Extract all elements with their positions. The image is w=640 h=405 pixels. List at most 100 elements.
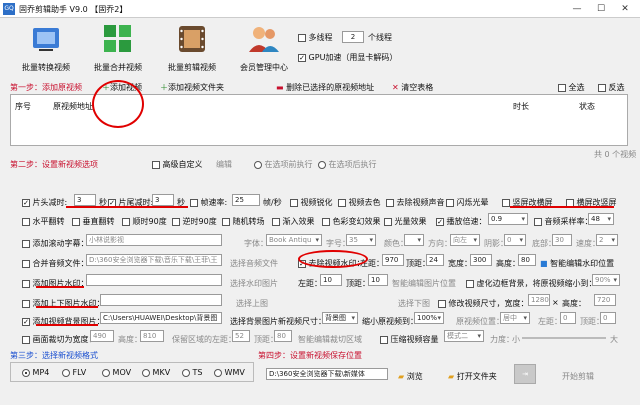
compress-mode-select[interactable]: 模式二: [444, 330, 484, 342]
format-mp4[interactable]: MP4: [22, 368, 49, 377]
playback-speed-option[interactable]: 播放倍速：: [436, 216, 487, 227]
compress-option[interactable]: 压缩视频容量: [380, 334, 439, 345]
direction-select[interactable]: 向左: [450, 234, 480, 246]
background-image-path[interactable]: C:\Users\HUAWEI\Desktop\背景图片: [100, 312, 222, 324]
shrink-select[interactable]: 100%: [414, 312, 444, 324]
format-wmv[interactable]: WMV: [214, 368, 245, 377]
choose-audio-button[interactable]: 选择音频文件: [230, 258, 278, 269]
blur-scale-select[interactable]: 90%: [592, 274, 620, 286]
blur-bg-option[interactable]: 虚化边框背景，将原视频缩小到：: [466, 278, 597, 289]
before-exec-radio[interactable]: 在选项前执行: [254, 159, 313, 170]
smart-wm-position-button[interactable]: ■ 智能编辑水印位置: [540, 258, 614, 269]
bg-left-input[interactable]: 0: [560, 312, 576, 324]
bottom-input[interactable]: 30: [552, 234, 572, 246]
after-exec-radio[interactable]: 在选项后执行: [318, 159, 377, 170]
pic-top-input[interactable]: 10: [368, 274, 388, 286]
merge-audio-option[interactable]: 合并音频文件：: [22, 258, 89, 269]
browse-button[interactable]: ▰ 浏览: [398, 371, 423, 382]
tail-cut-input[interactable]: 3: [152, 194, 174, 206]
advanced-option[interactable]: 高级自定义: [152, 159, 203, 170]
format-ts[interactable]: TS: [182, 368, 203, 377]
head-cut-option[interactable]: 片头减时:: [22, 197, 67, 208]
wm-top-input[interactable]: 24: [426, 254, 444, 266]
resize-height-input[interactable]: 720: [594, 294, 616, 306]
minimize-button[interactable]: —: [566, 2, 588, 16]
light-fx-option[interactable]: 光量效果: [384, 216, 427, 227]
invert-selection-button[interactable]: 反选: [598, 82, 625, 93]
new-size-select[interactable]: 背景图: [322, 312, 358, 324]
rotate-cw-option[interactable]: 顺时90度: [122, 216, 167, 227]
edit-button[interactable]: 编辑: [216, 159, 232, 170]
choose-background-button[interactable]: 选择背景图片: [230, 316, 278, 327]
smart-crop-button[interactable]: 智能编辑裁切区域: [298, 334, 362, 345]
format-flv[interactable]: FLV: [62, 368, 86, 377]
font-size-select[interactable]: 35: [346, 234, 376, 246]
sharpen-option[interactable]: 视频锐化: [290, 197, 333, 208]
open-folder-button[interactable]: ▰ 打开文件夹: [448, 371, 497, 382]
wm-width-input[interactable]: 300: [470, 254, 492, 266]
choose-watermark-button[interactable]: 选择水印图片: [230, 278, 278, 289]
picture-watermark-path[interactable]: [86, 274, 222, 286]
merge-audio-path[interactable]: D:\360安全浏览器下载\音乐下载\王菲\王: [86, 254, 222, 266]
flash-option[interactable]: 闪烁光晕: [446, 197, 489, 208]
format-mkv[interactable]: MKV: [142, 368, 170, 377]
fps-option[interactable]: 帧速率:: [190, 197, 227, 208]
choose-bottom-image-button[interactable]: 选择下图: [398, 298, 430, 309]
head-cut-input[interactable]: 3: [74, 194, 96, 206]
batch-convert-button[interactable]: 批量转换视频: [14, 20, 78, 76]
batch-edit-button[interactable]: 批量剪辑视频: [160, 20, 224, 76]
maximize-button[interactable]: ☐: [590, 2, 612, 16]
resize-option[interactable]: 修改视频尺寸，宽度：: [438, 298, 529, 309]
format-mov[interactable]: MOV: [102, 368, 131, 377]
power-slider[interactable]: [522, 337, 606, 339]
multithread-checkbox[interactable]: [298, 33, 306, 42]
start-edit-button[interactable]: 开始剪辑: [562, 371, 594, 382]
crop-option[interactable]: 画面裁切为宽度：: [22, 334, 97, 345]
delete-selected-button[interactable]: ▬ 删除已选择的原视频地址: [276, 82, 374, 93]
toolbar: 批量转换视频 批量合并视频 批量剪辑视频 会员管理中心 多线程 2 个线程 GP…: [0, 18, 640, 78]
choose-top-image-button[interactable]: 选择上图: [236, 298, 268, 309]
wm-height-input[interactable]: 80: [518, 254, 536, 266]
sub-speed-select[interactable]: 2: [596, 234, 618, 246]
speed-select[interactable]: 0.9: [488, 213, 528, 225]
remove-audio-option[interactable]: 去除视频声音: [386, 197, 445, 208]
close-button[interactable]: ✕: [614, 2, 636, 16]
fps-input[interactable]: 25: [232, 194, 260, 206]
smart-pic-position-button[interactable]: 智能编辑图片位置: [392, 278, 456, 289]
scroll-subtitle-option[interactable]: 添加滚动字幕：: [22, 238, 89, 249]
crop-height-input[interactable]: 810: [140, 330, 164, 342]
color-fx-option[interactable]: 色彩变幻效果: [322, 216, 381, 227]
member-center-button[interactable]: 会员管理中心: [232, 20, 296, 76]
shadow-select[interactable]: 0: [504, 234, 526, 246]
rotate-ccw-option[interactable]: 逆时90度: [172, 216, 217, 227]
save-path-input[interactable]: D:\360安全浏览器下载\新媒体: [266, 368, 388, 380]
color-picker[interactable]: [404, 234, 424, 246]
position-select[interactable]: 居中: [500, 312, 530, 324]
keep-top-input[interactable]: 80: [274, 330, 292, 342]
gpu-checkbox[interactable]: [298, 53, 306, 62]
position-label: 原视频位置：: [456, 317, 504, 326]
clear-table-button[interactable]: ✕ 清空表格: [392, 82, 433, 93]
scroll-subtitle-input[interactable]: 小林说影视: [86, 234, 222, 246]
hflip-option[interactable]: 水平翻转: [22, 216, 65, 227]
thread-count-input[interactable]: 2: [342, 31, 364, 43]
vflip-option[interactable]: 垂直翻转: [72, 216, 115, 227]
select-all-button[interactable]: 全选: [558, 82, 585, 93]
font-select[interactable]: Book Antiqu: [266, 234, 322, 246]
keep-left-input[interactable]: 52: [232, 330, 250, 342]
random-transition-option[interactable]: 随机转场: [222, 216, 265, 227]
resize-width-input[interactable]: 1280: [528, 294, 550, 306]
crop-width-input[interactable]: 490: [90, 330, 114, 342]
add-folder-button[interactable]: ＋添加视频文件夹: [160, 82, 224, 93]
wm-left-input[interactable]: 970: [382, 254, 404, 266]
pic-left-input[interactable]: 10: [320, 274, 342, 286]
decolor-option[interactable]: 视频去色: [338, 197, 381, 208]
bg-top-input[interactable]: 0: [600, 312, 616, 324]
fade-in-option[interactable]: 渐入效果: [272, 216, 315, 227]
batch-merge-button[interactable]: 批量合并视频: [86, 20, 150, 76]
gpu-option[interactable]: GPU加速（用显卡解码）: [298, 52, 397, 63]
multithread-option[interactable]: 多线程: [298, 32, 333, 43]
audio-rate-select[interactable]: 48: [588, 213, 614, 225]
audio-rate-option[interactable]: 音频采样率：: [534, 216, 593, 227]
top-bottom-path[interactable]: [100, 294, 222, 306]
